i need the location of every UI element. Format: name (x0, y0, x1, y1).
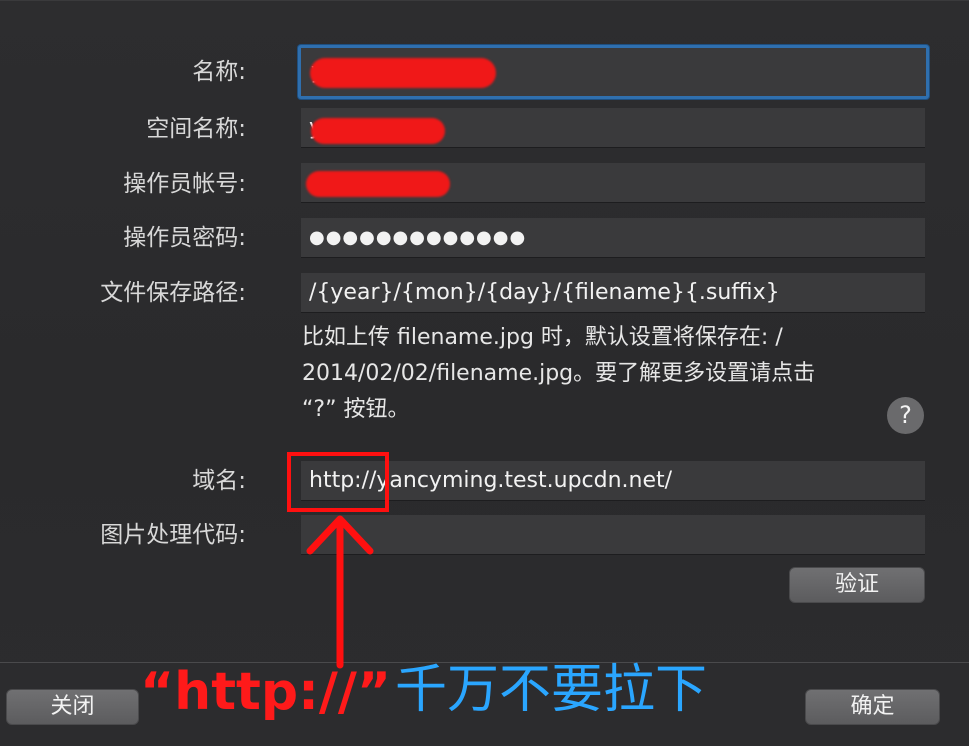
ok-button[interactable]: 确定 (805, 689, 940, 725)
annotation-warning-text: 千万不要拉下 (395, 660, 708, 720)
annotation-arrow-icon (306, 515, 374, 669)
redaction-mark (311, 118, 445, 144)
domain-input[interactable]: http://yancyming.test.upcdn.net/ (301, 461, 925, 501)
verify-button[interactable]: 验证 (789, 567, 925, 603)
redaction-mark (306, 171, 450, 197)
file-path-hint: 比如上传 filename.jpg 时，默认设置将保存在: / 2014/02/… (302, 320, 902, 428)
file-path-input[interactable]: /{year}/{mon}/{day}/{filename}{.suffix} (301, 273, 925, 313)
operator-account-label: 操作员帐号: (123, 171, 246, 197)
domain-label: 域名: (192, 468, 246, 494)
operator-password-label: 操作员密码: (123, 225, 246, 251)
space-name-label: 空间名称: (146, 116, 246, 142)
file-path-label: 文件保存路径: (100, 280, 246, 306)
help-button[interactable]: ? (887, 397, 924, 434)
image-code-input[interactable] (301, 515, 925, 555)
hint-line: 比如上传 filename.jpg 时，默认设置将保存在: / (302, 325, 783, 350)
close-button[interactable]: 关闭 (6, 689, 139, 725)
image-code-label: 图片处理代码: (100, 522, 246, 548)
annotation-http-text: “http://” (140, 662, 392, 722)
annotation-highlight-box (287, 452, 389, 512)
redaction-mark (310, 58, 496, 88)
hint-line: “?” 按钮。 (302, 397, 410, 422)
operator-password-value: ●●●●●●●●●●●●● (309, 227, 527, 248)
hint-line: 2014/02/02/filename.jpg。要了解更多设置请点击 (302, 361, 816, 386)
file-path-value: /{year}/{mon}/{day}/{filename}{.suffix} (309, 280, 780, 305)
name-label: 名称: (192, 59, 246, 85)
window-top-edge (0, 0, 969, 1)
operator-password-input[interactable]: ●●●●●●●●●●●●● (301, 218, 925, 258)
